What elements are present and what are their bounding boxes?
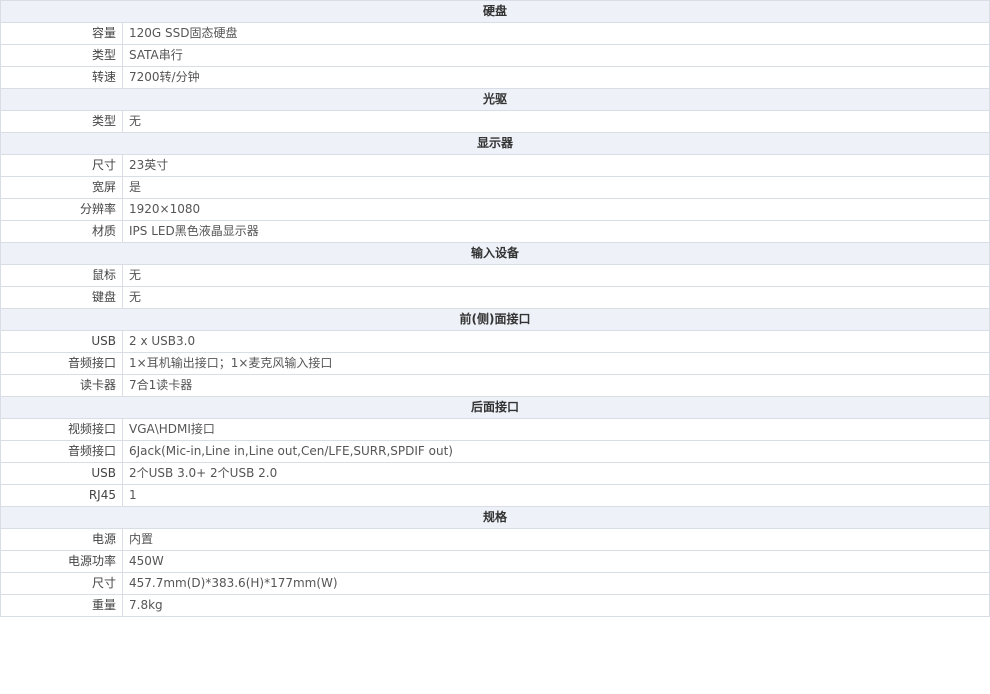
spec-table-body: 硬盘 容量 120G SSD固态硬盘 类型 SATA串行 转速 7200转/分钟 光驱 类型无显… (0, 0, 990, 617)
spec-label: 类型 (0, 110, 123, 133)
section-header-row: 光驱 (0, 88, 990, 111)
section-title: 硬盘 (0, 0, 990, 23)
spec-value: 450W (122, 550, 990, 573)
spec-label: 尺寸 (0, 572, 123, 595)
section-header-row: 后面接口 (0, 396, 990, 419)
spec-label: 读卡器 (0, 374, 123, 397)
spec-label: 容量 (0, 22, 123, 45)
section-header-row: 规格 (0, 506, 990, 529)
spec-label: 宽屏 (0, 176, 123, 199)
spec-row: 宽屏是 (0, 176, 990, 199)
section-title: 前(侧)面接口 (0, 308, 990, 331)
spec-row: 转速 7200转/分钟 (0, 66, 990, 89)
spec-value: 120G SSD固态硬盘 (122, 22, 990, 45)
spec-label: 转速 (0, 66, 123, 89)
spec-label: USB (0, 330, 123, 353)
spec-row: RJ45 1 (0, 484, 990, 507)
spec-label: 音频接口 (0, 352, 123, 375)
spec-row: 分辨率 1920×1080 (0, 198, 990, 221)
spec-row: 尺寸 23英寸 (0, 154, 990, 177)
spec-value: 1×耳机输出接口；1×麦克风输入接口 (122, 352, 990, 375)
spec-label: 尺寸 (0, 154, 123, 177)
spec-row: 视频接口 VGA\HDMI接口 (0, 418, 990, 441)
spec-row: 电源 内置 (0, 528, 990, 551)
spec-label: 分辨率 (0, 198, 123, 221)
section-title: 输入设备 (0, 242, 990, 265)
spec-value: 2个USB 3.0+ 2个USB 2.0 (122, 462, 990, 485)
spec-value: 内置 (122, 528, 990, 551)
spec-label: 重量 (0, 594, 123, 617)
section-title: 规格 (0, 506, 990, 529)
spec-row: 音频接口 1×耳机输出接口；1×麦克风输入接口 (0, 352, 990, 375)
spec-value: 是 (122, 176, 990, 199)
spec-row: 电源功率 450W (0, 550, 990, 573)
spec-row: USB 2 x USB3.0 (0, 330, 990, 353)
spec-value: VGA\HDMI接口 (122, 418, 990, 441)
spec-row: 材质 IPS LED黑色液晶显示器 (0, 220, 990, 243)
spec-label: 类型 (0, 44, 123, 67)
spec-value: 无 (122, 286, 990, 309)
section-header-row: 硬盘 (0, 0, 990, 23)
spec-row: 类型 SATA串行 (0, 44, 990, 67)
spec-label: RJ45 (0, 484, 123, 507)
spec-value: 1 (122, 484, 990, 507)
spec-row: 键盘无 (0, 286, 990, 309)
spec-label: 电源功率 (0, 550, 123, 573)
spec-value: 6Jack(Mic-in,Line in,Line out,Cen/LFE,SU… (122, 440, 990, 463)
spec-value: 7合1读卡器 (122, 374, 990, 397)
spec-row: USB 2个USB 3.0+ 2个USB 2.0 (0, 462, 990, 485)
spec-label: USB (0, 462, 123, 485)
spec-row: 鼠标无 (0, 264, 990, 287)
spec-value: 2 x USB3.0 (122, 330, 990, 353)
spec-label: 音频接口 (0, 440, 123, 463)
spec-row: 容量 120G SSD固态硬盘 (0, 22, 990, 45)
spec-value: SATA串行 (122, 44, 990, 67)
spec-label: 视频接口 (0, 418, 123, 441)
spec-row: 读卡器 7合1读卡器 (0, 374, 990, 397)
spec-value: 7200转/分钟 (122, 66, 990, 89)
spec-label: 键盘 (0, 286, 123, 309)
section-title: 光驱 (0, 88, 990, 111)
section-title: 后面接口 (0, 396, 990, 419)
section-header-row: 显示器 (0, 132, 990, 155)
spec-row: 重量 7.8kg (0, 594, 990, 617)
spec-value: 457.7mm(D)*383.6(H)*177mm(W) (122, 572, 990, 595)
spec-label: 鼠标 (0, 264, 123, 287)
spec-value: 7.8kg (122, 594, 990, 617)
spec-value: 23英寸 (122, 154, 990, 177)
spec-table: 硬盘 容量 120G SSD固态硬盘 类型 SATA串行 转速 7200转/分钟 光驱 类型无显… (0, 0, 990, 617)
spec-row: 音频接口 6Jack(Mic-in,Line in,Line out,Cen/LF… (0, 440, 990, 463)
spec-value: IPS LED黑色液晶显示器 (122, 220, 990, 243)
spec-row: 类型无 (0, 110, 990, 133)
spec-label: 电源 (0, 528, 123, 551)
spec-row: 尺寸 457.7mm(D)*383.6(H)*177mm(W) (0, 572, 990, 595)
section-header-row: 前(侧)面接口 (0, 308, 990, 331)
section-title: 显示器 (0, 132, 990, 155)
spec-value: 无 (122, 110, 990, 133)
section-header-row: 输入设备 (0, 242, 990, 265)
spec-value: 1920×1080 (122, 198, 990, 221)
spec-label: 材质 (0, 220, 123, 243)
spec-value: 无 (122, 264, 990, 287)
